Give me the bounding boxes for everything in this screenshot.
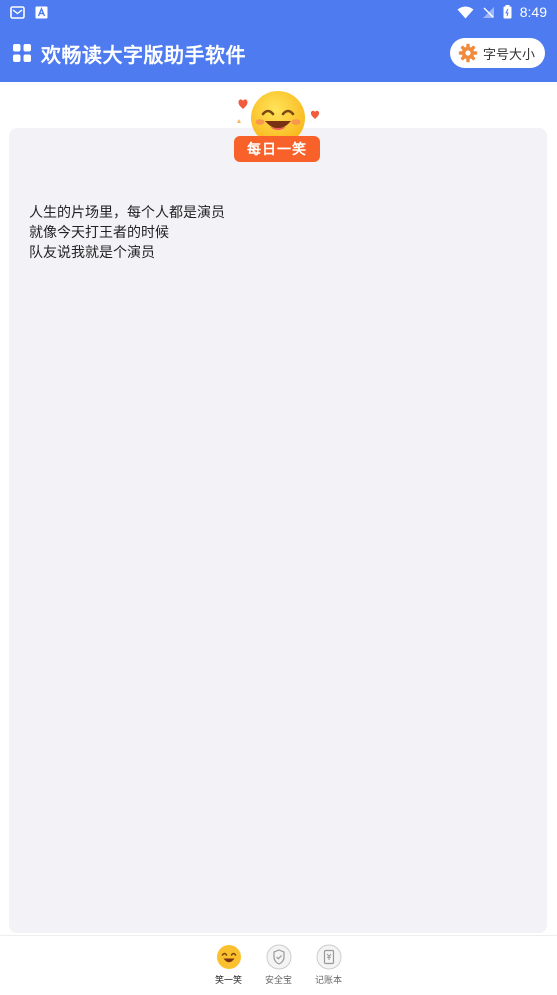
joke-card: 人生的片场里，每个人都是演员 就像今天打王者的时候 队友说我就是个演员: [9, 128, 547, 933]
joke-line-2: 就像今天打王者的时候: [29, 225, 169, 241]
nav-label-smile: 笑一笑: [214, 976, 242, 986]
nav-item-ledger[interactable]: 记账本: [315, 944, 343, 995]
wifi-icon: [457, 6, 474, 18]
nav-item-safety[interactable]: 安全宝: [265, 944, 293, 995]
daily-joke-badge: 每日一笑: [232, 90, 324, 166]
no-signal-icon: [482, 6, 494, 18]
status-left: [10, 5, 48, 19]
shield-icon: [266, 944, 291, 970]
daily-joke-badge-label: 每日一笑: [234, 136, 320, 162]
joke-line-3: 队友说我就是个演员: [29, 245, 155, 261]
mail-notification-icon: [10, 5, 25, 19]
laughing-emoji-icon: [237, 91, 320, 140]
smile-face-icon: [216, 945, 241, 969]
app-a-notification-icon: [35, 6, 48, 18]
nav-label-ledger: 记账本: [314, 976, 342, 986]
status-time: 8:49: [519, 4, 547, 20]
nav-label-safety: 安全宝: [264, 976, 292, 986]
grid-menu-icon[interactable]: [12, 43, 32, 63]
gear-icon: [458, 43, 478, 63]
status-bar: 8:49: [0, 0, 557, 24]
joke-line-1: 人生的片场里，每个人都是演员: [29, 205, 225, 221]
font-size-button[interactable]: 字号大小: [449, 38, 545, 68]
status-right: 8:49: [457, 4, 547, 20]
battery-icon: [503, 5, 512, 19]
joke-text: 人生的片场里，每个人都是演员 就像今天打王者的时候 队友说我就是个演员: [29, 203, 509, 263]
bottom-nav: 笑一笑 安全宝 记账本: [0, 935, 557, 995]
app-bar: 欢畅读大字版助手软件 字号大小: [0, 24, 557, 82]
font-size-button-label: 字号大小: [482, 47, 535, 63]
notebook-icon: [316, 944, 341, 970]
app-title: 欢畅读大字版助手软件: [41, 42, 246, 67]
nav-item-smile[interactable]: 笑一笑: [215, 944, 243, 995]
screen: 8:49 欢畅读大字版助手软件 字号大小 人生的片场里，每个人都是演员 就像今天…: [0, 0, 557, 995]
